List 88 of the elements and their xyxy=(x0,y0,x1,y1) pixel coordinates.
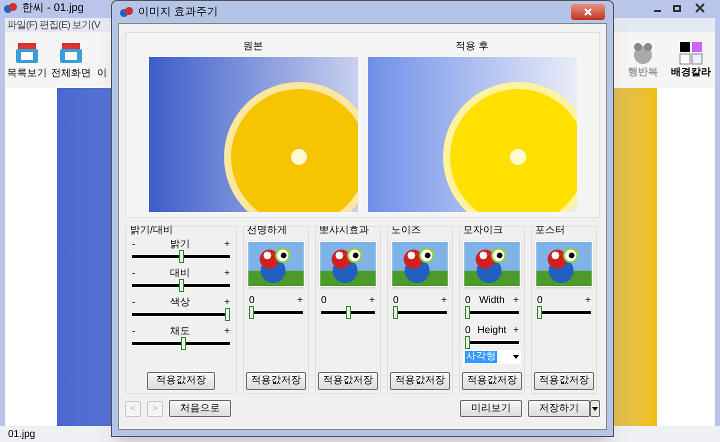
slider-label: 채도 xyxy=(170,326,190,338)
slider-max-label: + xyxy=(297,295,303,307)
slider-max-label: + xyxy=(513,325,519,337)
slider-max-label: + xyxy=(224,239,230,251)
cartoon-thumbnail xyxy=(247,241,305,287)
slider-thumb[interactable] xyxy=(465,336,470,349)
preview-label: 적용 후 xyxy=(456,40,488,54)
preview-button[interactable]: 미리보기 xyxy=(460,400,522,417)
slider-min-label: 0 xyxy=(321,295,327,307)
apply-save-button[interactable]: 적용값저장 xyxy=(462,372,522,390)
reset-button[interactable]: 처음으로 xyxy=(169,400,231,417)
slider-min-label: - xyxy=(132,268,136,280)
slider-min-label: 0 xyxy=(465,295,471,307)
slider-track[interactable] xyxy=(321,306,375,319)
slider-track[interactable] xyxy=(132,279,230,292)
menu-item[interactable]: 보기(V xyxy=(72,18,100,32)
slider-min-label: 0 xyxy=(249,295,255,307)
menu-item[interactable]: 파일(F) xyxy=(7,18,38,32)
slider-track[interactable] xyxy=(249,306,303,319)
slider-label: Height xyxy=(477,325,506,337)
slider-track[interactable] xyxy=(537,306,591,319)
slider-label: 밝기 xyxy=(170,239,190,251)
close-icon[interactable] xyxy=(695,3,705,13)
color-palette-icon xyxy=(679,40,703,64)
slider-label: 색상 xyxy=(170,297,190,309)
caret-icon xyxy=(592,406,598,410)
group-title: 포스터 xyxy=(535,225,566,237)
group-title: 모자이크 xyxy=(463,225,504,237)
preview-label: 원본 xyxy=(243,40,263,54)
cartoon-thumbnail xyxy=(463,241,521,287)
apply-save-button[interactable]: 적용값저장 xyxy=(147,372,215,390)
slider-min-label: 0 xyxy=(393,295,399,307)
slider-min-label: - xyxy=(132,239,136,251)
slider-min-label: 0 xyxy=(465,325,471,337)
slider-max-label: + xyxy=(585,295,591,307)
slider-max-label: + xyxy=(441,295,447,307)
group-title: 선명하게 xyxy=(247,225,288,237)
slider-track[interactable] xyxy=(465,306,519,319)
slider-min-label: - xyxy=(132,297,136,309)
close-icon xyxy=(584,8,592,16)
group-title: 노이즈 xyxy=(391,225,422,237)
slider-track[interactable] xyxy=(132,250,230,263)
toolbar-button[interactable]: 배경칼라 xyxy=(667,40,715,80)
toolbar-button[interactable]: 목록보기 xyxy=(5,40,49,80)
frog-icon xyxy=(631,40,655,64)
caret-icon xyxy=(513,355,519,359)
apply-save-button[interactable]: 적용값저장 xyxy=(390,372,450,390)
slider-thumb[interactable] xyxy=(181,337,186,350)
slider-thumb[interactable] xyxy=(225,308,230,321)
cartoon-thumbnail xyxy=(391,241,449,287)
cartoon-thumbnail xyxy=(319,241,377,287)
slider-thumb[interactable] xyxy=(465,306,470,319)
slider-max-label: + xyxy=(224,268,230,280)
dialog-title: 이미지 효과주기 xyxy=(138,4,218,20)
group-title: 밝기/대비 xyxy=(130,225,174,237)
status-bar-text: 01.jpg xyxy=(8,428,36,442)
slider-thumb[interactable] xyxy=(537,306,542,319)
slider-thumb[interactable] xyxy=(178,279,184,292)
save-dropdown-button[interactable] xyxy=(590,400,600,417)
slider-max-label: + xyxy=(224,326,230,338)
cartoon-thumbnail xyxy=(535,241,593,287)
slider-thumb[interactable] xyxy=(178,250,184,263)
slider-max-label: + xyxy=(369,295,375,307)
slider-label: 대비 xyxy=(170,268,190,280)
toolbar-button[interactable]: 이 xyxy=(93,40,109,80)
slider-thumb[interactable] xyxy=(393,306,398,319)
slider-min-label: 0 xyxy=(537,295,543,307)
slider-track[interactable] xyxy=(393,306,447,319)
slider-label: Width xyxy=(479,295,505,307)
app-logo-icon xyxy=(4,2,18,14)
toolbar-button[interactable]: 전체화면 xyxy=(49,40,93,80)
close-button[interactable] xyxy=(571,4,605,20)
slider-track[interactable] xyxy=(465,336,519,349)
apply-save-button[interactable]: 적용값저장 xyxy=(534,372,594,390)
slider-max-label: + xyxy=(224,297,230,309)
app-logo-icon xyxy=(120,6,134,18)
apply-save-button[interactable]: 적용값저장 xyxy=(246,372,306,390)
window-title: 한씨 - 01.jpg xyxy=(22,0,84,16)
slider-min-label: - xyxy=(132,326,136,338)
slider-thumb[interactable] xyxy=(249,306,254,319)
menu-item[interactable]: 편집(E) xyxy=(39,18,70,32)
apply-save-button[interactable]: 적용값저장 xyxy=(318,372,378,390)
group-title: 뽀샤시효과 xyxy=(319,225,370,237)
slider-track[interactable] xyxy=(132,308,230,321)
save-button[interactable]: 저장하기 xyxy=(528,400,590,417)
slider-track[interactable] xyxy=(132,337,230,350)
slider-thumb[interactable] xyxy=(346,306,350,319)
slider-max-label: + xyxy=(513,295,519,307)
